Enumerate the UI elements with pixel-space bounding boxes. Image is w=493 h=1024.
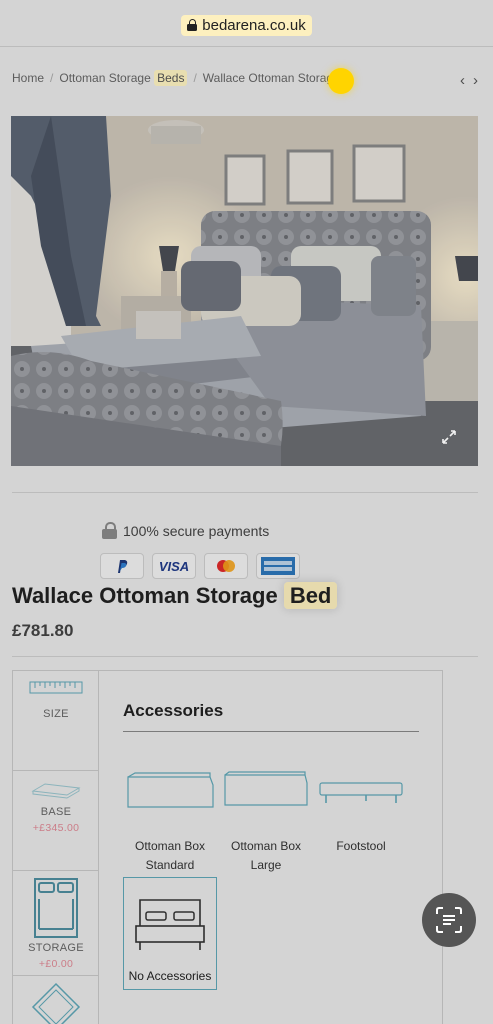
base-icon	[31, 783, 81, 799]
step-storage[interactable]: STORAGE +£0.00	[13, 871, 99, 976]
headboard-icon	[31, 982, 81, 1024]
bedroom-illustration	[11, 116, 478, 466]
step-size-label: SIZE	[43, 708, 69, 720]
divider	[12, 656, 478, 657]
prev-product-button[interactable]: ‹	[460, 72, 465, 89]
product-title-text: Wallace Ottoman Storage	[12, 583, 278, 608]
address-bar[interactable]: bedarena.co.uk	[0, 13, 493, 37]
footstool-icon	[319, 782, 403, 803]
url-text: bedarena.co.uk	[202, 16, 306, 34]
option-ottoman-box-large[interactable]: Ottoman Box Large	[219, 771, 313, 875]
breadcrumb-current: Wallace Ottoman Storage	[202, 71, 340, 85]
step-size[interactable]: SIZE	[13, 671, 99, 771]
breadcrumb-category-highlight: Beds	[154, 70, 188, 86]
option-label: Ottoman Box	[134, 839, 206, 853]
visa-icon: VISA	[152, 553, 196, 579]
option-no-accessories[interactable]: No Accessories	[123, 877, 217, 990]
secure-payments-text: 100% secure payments	[123, 522, 270, 539]
product-title-highlight: Bed	[283, 582, 338, 609]
option-label: Standard	[145, 858, 195, 872]
breadcrumb: Home / Ottoman Storage Beds / Wallace Ot…	[12, 70, 340, 86]
product-nav: ‹ ›	[460, 72, 478, 89]
divider	[123, 731, 419, 732]
next-product-button[interactable]: ›	[473, 72, 478, 89]
accessories-panel: Accessories Ottoman Box Standard Ottoman…	[99, 671, 442, 1024]
option-label: Footstool	[336, 839, 386, 853]
option-label: Ottoman Box	[230, 839, 302, 853]
padlock-icon	[102, 522, 117, 539]
breadcrumb-home[interactable]: Home	[12, 71, 44, 85]
visual-search-button[interactable]	[422, 893, 476, 947]
bed-icon	[135, 899, 205, 950]
option-label: No Accessories	[128, 969, 212, 983]
ottoman-box-large-icon	[224, 771, 308, 806]
url-pill[interactable]: bedarena.co.uk	[181, 14, 312, 36]
step-base-price: +£345.00	[32, 822, 80, 834]
storage-bed-icon	[34, 878, 78, 938]
product-image[interactable]	[11, 116, 478, 466]
ruler-icon	[29, 681, 83, 694]
mastercard-icon	[204, 553, 248, 579]
option-label: Large	[250, 858, 282, 872]
product-price: £781.80	[12, 621, 74, 640]
payment-cards: VISA	[100, 553, 300, 579]
step-base[interactable]: BASE +£345.00	[13, 771, 99, 871]
ottoman-box-standard-icon	[127, 772, 214, 808]
zoom-expand-icon[interactable]	[442, 430, 456, 444]
breadcrumb-category[interactable]: Ottoman Storage Beds	[59, 70, 188, 86]
touch-cursor	[328, 68, 354, 94]
product-title: Wallace Ottoman Storage Bed	[12, 582, 338, 609]
step-next[interactable]	[13, 976, 99, 1024]
divider	[0, 46, 493, 47]
step-storage-label: STORAGE	[28, 942, 84, 954]
option-footstool[interactable]: Footstool	[314, 771, 408, 856]
bed-configurator: SIZE BASE +£345.00 STORAGE +£0.00 Access…	[12, 670, 443, 1024]
amex-icon	[256, 553, 300, 579]
step-storage-price: +£0.00	[38, 958, 74, 970]
secure-payments: 100% secure payments	[102, 522, 269, 539]
breadcrumb-separator: /	[193, 71, 197, 85]
breadcrumb-category-text: Ottoman Storage	[59, 71, 151, 85]
config-steps: SIZE BASE +£345.00 STORAGE +£0.00	[13, 671, 99, 1024]
accessories-title: Accessories	[123, 701, 224, 720]
divider	[12, 492, 478, 493]
lock-icon	[187, 19, 198, 31]
paypal-icon	[100, 553, 144, 579]
breadcrumb-separator: /	[50, 71, 54, 85]
option-ottoman-box-standard[interactable]: Ottoman Box Standard	[123, 771, 217, 875]
visual-search-icon	[436, 907, 462, 933]
step-base-label: BASE	[40, 806, 72, 818]
